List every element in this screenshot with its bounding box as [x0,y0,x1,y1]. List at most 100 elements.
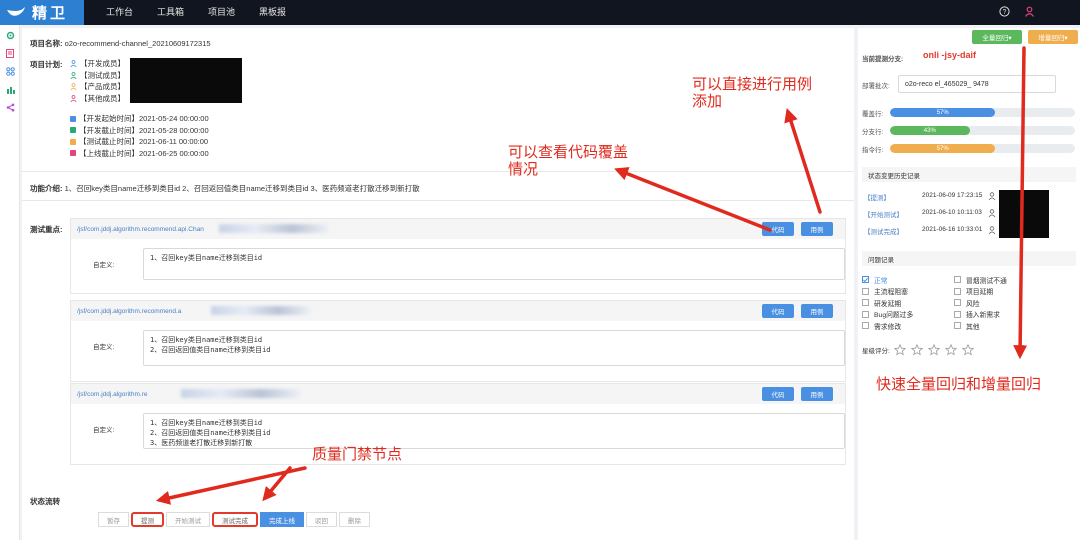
member-list: 【开发成员】 【测试成员】 【产品成员】 【其他成员】 [70,58,125,104]
coverage-branch-label: 分支行: [862,129,884,136]
help-icon[interactable]: ? [998,5,1011,18]
coverage-line-bar: 57% [890,108,1075,117]
step-reject-button[interactable]: 驳回 [306,512,337,527]
step-start-test-button[interactable]: 开始测试 [166,512,210,527]
incremental-regression-button[interactable]: 增量回归▾ [1028,30,1078,44]
divider [22,200,854,201]
issue-header: 问题记录 [862,251,1076,266]
step-release-button[interactable]: 完成上线 [260,512,304,527]
history-header: 状态变更历史记录 [862,167,1076,182]
rating-label: 星级评分: [862,348,890,355]
checkbox-main-flow-blocked[interactable] [862,287,869,295]
star-icon [961,344,975,356]
check-icon [863,277,868,282]
full-regression-button[interactable]: 全量回归▾ [972,30,1022,44]
main-nav: 工作台 工具箱 项目池 黑板报 [94,0,298,25]
nav-item-project-pool[interactable]: 项目池 [196,0,247,25]
annotation-quality-gate: 质量门禁节点 [312,445,403,463]
test-case-button[interactable]: 用例 [801,222,833,236]
step-submit-test-button[interactable]: 提测 [131,512,164,527]
annotation-add-case: 可以直接进行用例 添加 [692,75,813,110]
bar-chart-icon[interactable] [0,81,20,97]
member-row-other: 【其他成员】 [70,93,125,105]
checkbox-too-many-bugs[interactable] [862,310,869,318]
deploy-batch-label: 部署批次: [862,83,890,90]
state-flow-steps: 暂存 提测 开始测试 测试完成 完成上线 驳回 删除 [98,512,370,527]
checkbox-risk[interactable] [954,299,961,307]
nav-item-workbench[interactable]: 工作台 [94,0,145,25]
app-logo[interactable]: 精卫 [0,0,84,25]
redacted-member-names [130,58,242,103]
code-coverage-button[interactable]: 代码 [762,304,794,318]
star-icon [927,344,941,356]
custom-label: 自定义: [93,344,115,351]
custom-textarea[interactable]: 1、召回key类目name迁移到类目id 2、召回返回值类目name迁移到类目i… [143,330,845,366]
state-flow-label: 状态流转 [30,497,60,506]
nav-item-blackboard[interactable]: 黑板报 [247,0,298,25]
case-interface-path[interactable]: /jsf/com.jddj.algorithm.recommend.api.Ch… [77,226,204,233]
app-name: 精卫 [32,4,69,22]
custom-label: 自定义: [93,262,115,269]
custom-label: 自定义: [93,427,115,434]
divider [22,171,854,172]
step-test-complete-button[interactable]: 测试完成 [212,512,258,527]
checkbox-requirement-change[interactable] [862,322,869,330]
coverage-instruction-fill: 57% [890,144,996,153]
function-intro-value: 1、召回key类目name迁移到类目id 2、召回返回值类目name迁移到类目i… [64,184,420,193]
branch-label: 当前提测分支: [862,56,904,63]
checkbox-new-requirement[interactable] [954,310,961,318]
annotation-regression: 快速全量回归和增量回归 [876,375,1042,393]
test-case-button[interactable]: 用例 [801,387,833,401]
share-icon[interactable] [0,99,20,115]
calendar-icon [70,138,76,145]
case-interface-path[interactable]: /jsf/com.jddj.algorithm.re [77,391,147,398]
code-coverage-button[interactable]: 代码 [762,222,794,236]
schedule-release-end: 【上线截止时间】2021-06-25 00:00:00 [70,148,209,160]
checkbox-dev-delay[interactable] [862,299,869,307]
custom-textarea[interactable]: 1、召回key类目name迁移到类目id [143,248,845,280]
person-icon [70,94,77,102]
redacted-path [181,389,301,398]
case-header: /jsf/com.jddj.algorithm.recommend.a 代码 用… [71,301,845,321]
bird-logo-icon [7,6,25,16]
step-draft-button[interactable]: 暂存 [98,512,129,527]
annotation-coverage: 可以查看代码覆盖 情况 [508,143,629,178]
svg-text:?: ? [1003,9,1007,16]
gear-icon[interactable] [0,27,20,43]
nav-item-toolbox[interactable]: 工具箱 [145,0,196,25]
coverage-instruction-bar: 57% [890,144,1075,153]
calendar-icon [70,127,76,134]
checkbox-normal[interactable] [862,276,869,284]
test-case-card: /jsf/com.jddj.algorithm.recommend.api.Ch… [70,218,846,294]
document-icon[interactable] [0,45,20,61]
star-rating: 星级评分: [862,344,978,356]
case-interface-path[interactable]: /jsf/com.jddj.algorithm.recommend.a [77,308,181,315]
deploy-batch-select[interactable]: o2o-reco el_465029_ 9478 [898,75,1056,93]
step-delete-button[interactable]: 删除 [339,512,370,527]
person-icon [70,83,77,91]
history-row: 【开始测试】 2021-06-10 10:11:03 [864,209,982,219]
project-plan-label: 项目计划: [30,60,63,69]
project-name-row: 项目名称: o2o-recommend-channel_202106091723… [30,38,211,49]
calendar-icon [70,150,76,157]
code-coverage-button[interactable]: 代码 [762,387,794,401]
right-side-panel: 全量回归▾ 增量回归▾ 当前提测分支: onli -jsy-daif 部署批次:… [858,28,1080,540]
function-intro-row: 功能介绍: 1、召回key类目name迁移到类目id 2、召回返回值类目name… [30,183,420,194]
test-case-card: /jsf/com.jddj.algorithm.re 代码 用例 自定义: 1、… [70,383,846,465]
schedule-dev-end: 【开发截止时间】2021-05-28 00:00:00 [70,125,209,137]
schedule-dev-start: 【开发起始时间】2021-05-24 00:00:00 [70,113,209,125]
history-row: 【提测】 2021-06-09 17:23:15 [864,192,983,202]
checkbox-smoke-fail[interactable] [954,276,961,284]
top-nav-bar: 精卫 工作台 工具箱 项目池 黑板报 ? [0,0,1080,25]
test-case-card: /jsf/com.jddj.algorithm.recommend.a 代码 用… [70,300,846,382]
grid-icon[interactable] [0,63,20,79]
custom-textarea[interactable]: 1、召回key类目name迁移到类目id 2、召回返回值类目name迁移到类目i… [143,413,845,449]
checkbox-project-delay[interactable] [954,287,961,295]
test-focus-label: 测试重点: [30,225,63,234]
test-case-button[interactable]: 用例 [801,304,833,318]
project-name-value: o2o-recommend-channel_20210609172315 [64,39,211,48]
user-icon[interactable] [1023,5,1036,18]
star-icons[interactable] [893,344,978,356]
checkbox-other[interactable] [954,322,961,330]
branch-value: onli -jsy-daif [923,50,977,60]
